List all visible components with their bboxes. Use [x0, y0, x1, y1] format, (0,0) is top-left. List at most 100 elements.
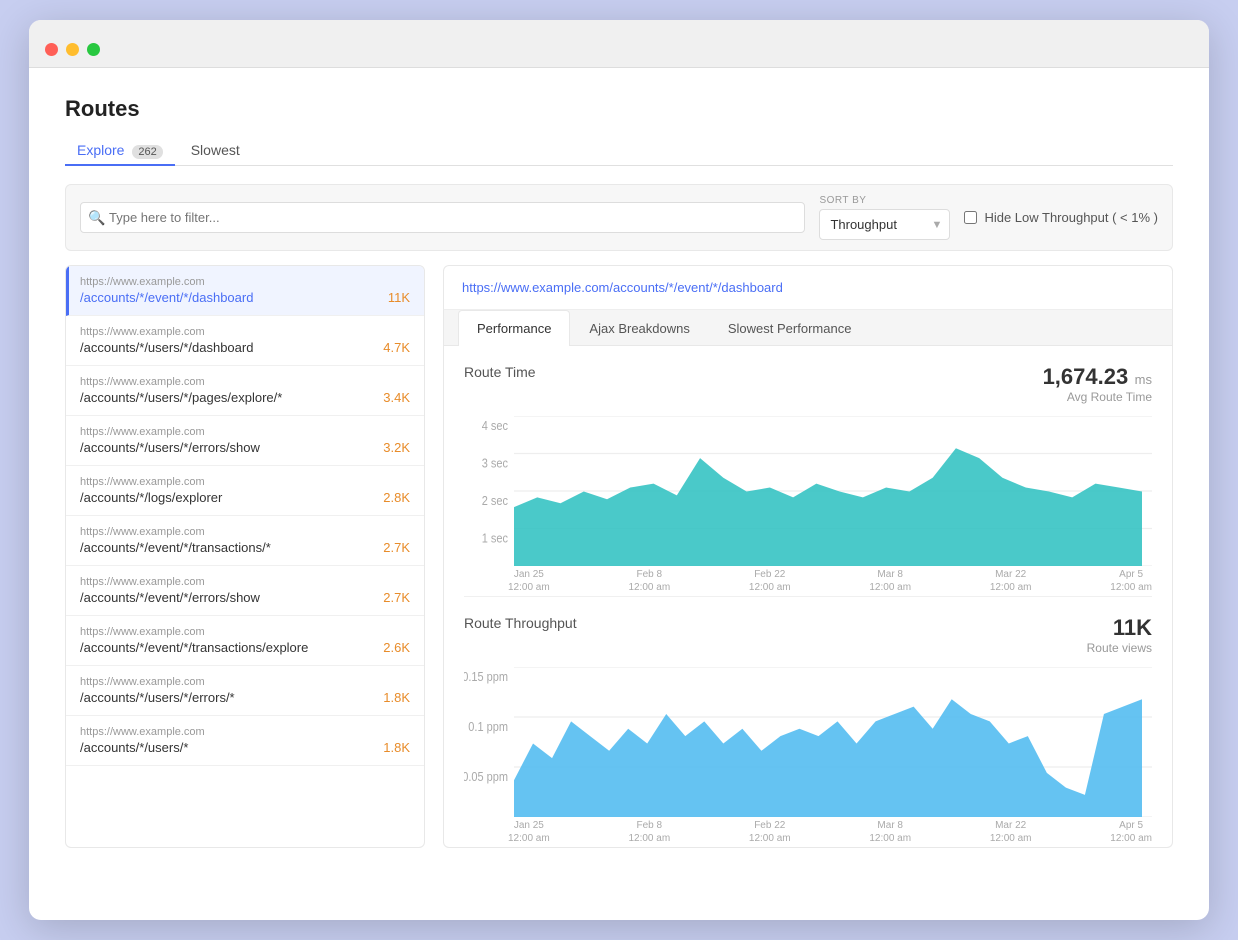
- route-count: 3.2K: [383, 440, 410, 455]
- route-path: /accounts/*/event/*/transactions/explore: [80, 640, 308, 655]
- sort-select[interactable]: Throughput Response Time Error Rate: [819, 209, 950, 240]
- x-label: Mar 2212:00 am: [990, 568, 1032, 594]
- route-list-panel: https://www.example.com /accounts/*/even…: [65, 265, 425, 848]
- route-item[interactable]: https://www.example.com /accounts/*/even…: [66, 616, 424, 666]
- x-label: Mar 812:00 am: [869, 568, 911, 594]
- route-url-link[interactable]: https://www.example.com/accounts/*/event…: [462, 280, 783, 295]
- route-time-label: Avg Route Time: [1043, 390, 1152, 404]
- x-label: Apr 512:00 am: [1110, 819, 1152, 845]
- route-item[interactable]: https://www.example.com /accounts/*/even…: [66, 266, 424, 316]
- route-path: /accounts/*/users/*/errors/*: [80, 690, 235, 705]
- route-count: 4.7K: [383, 340, 410, 355]
- svg-text:0.05 ppm: 0.05 ppm: [464, 769, 508, 784]
- route-path: /accounts/*/users/*/pages/explore/*: [80, 390, 282, 405]
- route-item[interactable]: https://www.example.com /accounts/*/user…: [66, 716, 424, 766]
- route-time-x-labels: Jan 2512:00 am Feb 812:00 am Feb 2212:00 a…: [464, 568, 1152, 594]
- route-domain: https://www.example.com: [80, 426, 410, 438]
- route-count: 11K: [388, 290, 410, 305]
- route-domain: https://www.example.com: [80, 576, 410, 588]
- route-domain: https://www.example.com: [80, 376, 410, 388]
- svg-text:4 sec: 4 sec: [482, 418, 508, 433]
- x-label: Feb 812:00 am: [628, 568, 670, 594]
- route-item[interactable]: https://www.example.com /accounts/*/user…: [66, 316, 424, 366]
- x-label: Apr 512:00 am: [1110, 568, 1152, 594]
- route-count: 1.8K: [383, 740, 410, 755]
- route-throughput-stat: 11K Route views: [1087, 615, 1152, 655]
- route-item[interactable]: https://www.example.com /accounts/*/even…: [66, 516, 424, 566]
- sort-select-wrap: Throughput Response Time Error Rate ▼: [819, 209, 950, 240]
- sort-by-wrap: SORT BY Throughput Response Time Error R…: [819, 195, 950, 240]
- route-path: /accounts/*/event/*/transactions/*: [80, 540, 271, 555]
- x-label: Jan 2512:00 am: [508, 568, 550, 594]
- hide-low-throughput-wrap: Hide Low Throughput ( < 1% ): [964, 210, 1158, 225]
- tab-slowest[interactable]: Slowest: [179, 136, 252, 166]
- x-label: Feb 812:00 am: [628, 819, 670, 845]
- browser-chrome: [29, 20, 1209, 68]
- route-domain: https://www.example.com: [80, 676, 410, 688]
- route-path: /accounts/*/users/*: [80, 740, 188, 755]
- svg-text:2 sec: 2 sec: [482, 493, 508, 508]
- page-title: Routes: [65, 96, 1173, 122]
- detail-tab-slowest[interactable]: Slowest Performance: [709, 310, 871, 346]
- route-list: https://www.example.com /accounts/*/even…: [66, 266, 424, 766]
- route-domain: https://www.example.com: [80, 476, 410, 488]
- minimize-button[interactable]: [66, 43, 79, 56]
- route-domain: https://www.example.com: [80, 626, 410, 638]
- route-count: 2.7K: [383, 590, 410, 605]
- route-time-stat: 1,674.23 ms Avg Route Time: [1043, 364, 1152, 404]
- x-label: Jan 2512:00 am: [508, 819, 550, 845]
- main-layout: https://www.example.com /accounts/*/even…: [65, 265, 1173, 848]
- x-label: Mar 2212:00 am: [990, 819, 1032, 845]
- route-throughput-section: Route Throughput 11K Route views 0.15 pp…: [444, 597, 1172, 847]
- route-count: 2.6K: [383, 640, 410, 655]
- detail-tab-performance[interactable]: Performance: [458, 310, 570, 346]
- route-domain: https://www.example.com: [80, 726, 410, 738]
- route-time-unit: ms: [1135, 372, 1152, 387]
- route-throughput-label: Route views: [1087, 641, 1152, 655]
- route-count: 3.4K: [383, 390, 410, 405]
- x-label: Mar 812:00 am: [869, 819, 911, 845]
- route-path: /accounts/*/users/*/dashboard: [80, 340, 253, 355]
- route-throughput-chart: 0.15 ppm 0.1 ppm 0.05 ppm: [464, 667, 1152, 817]
- detail-card: Performance Ajax Breakdowns Slowest Perf…: [443, 310, 1173, 848]
- svg-text:0.1 ppm: 0.1 ppm: [468, 719, 508, 734]
- route-url-header: https://www.example.com/accounts/*/event…: [443, 265, 1173, 310]
- route-path: /accounts/*/logs/explorer: [80, 490, 222, 505]
- route-item[interactable]: https://www.example.com /accounts/*/user…: [66, 416, 424, 466]
- route-item[interactable]: https://www.example.com /accounts/*/even…: [66, 566, 424, 616]
- route-time-section: Route Time 1,674.23 ms Avg Route Time 4 …: [444, 346, 1172, 596]
- sort-by-label: SORT BY: [819, 195, 950, 206]
- x-label: Feb 2212:00 am: [749, 568, 791, 594]
- hide-low-throughput-checkbox[interactable]: [964, 211, 977, 224]
- detail-panel: https://www.example.com/accounts/*/event…: [443, 265, 1173, 848]
- svg-text:3 sec: 3 sec: [482, 456, 508, 471]
- maximize-button[interactable]: [87, 43, 100, 56]
- app-content: Routes Explore 262 Slowest 🔍 SORT BY: [29, 68, 1209, 876]
- hide-low-throughput-label: Hide Low Throughput ( < 1% ): [984, 210, 1158, 225]
- route-throughput-header: Route Throughput 11K Route views: [464, 615, 1152, 655]
- route-item[interactable]: https://www.example.com /accounts/*/logs…: [66, 466, 424, 516]
- tab-explore[interactable]: Explore 262: [65, 136, 175, 166]
- route-throughput-chart-wrap: 0.15 ppm0.1 ppm0.05 ppm Jan 2512:00 amFe…: [464, 667, 1152, 837]
- top-tabs-bar: Explore 262 Slowest: [65, 136, 1173, 166]
- detail-tab-ajax[interactable]: Ajax Breakdowns: [570, 310, 708, 346]
- route-time-value: 1,674.23: [1043, 364, 1129, 389]
- explore-badge: 262: [132, 145, 162, 159]
- svg-text:0.15 ppm: 0.15 ppm: [464, 669, 508, 684]
- route-item[interactable]: https://www.example.com /accounts/*/user…: [66, 666, 424, 716]
- search-icon: 🔍: [88, 209, 105, 226]
- close-button[interactable]: [45, 43, 58, 56]
- route-domain: https://www.example.com: [80, 326, 410, 338]
- route-time-chart-wrap: 4 sec3 sec2 sec1 sec Jan 2512:00 amFeb 8…: [464, 416, 1152, 586]
- route-throughput-x-labels: Jan 2512:00 amFeb 812:00 amFeb 2212:00 a…: [464, 819, 1152, 845]
- search-input[interactable]: [80, 202, 805, 233]
- svg-text:1 sec: 1 sec: [482, 531, 508, 546]
- route-item[interactable]: https://www.example.com /accounts/*/user…: [66, 366, 424, 416]
- route-throughput-title: Route Throughput: [464, 615, 577, 631]
- route-count: 2.8K: [383, 490, 410, 505]
- route-count: 2.7K: [383, 540, 410, 555]
- route-domain: https://www.example.com: [80, 276, 410, 288]
- route-time-title: Route Time: [464, 364, 536, 380]
- route-path: /accounts/*/event/*/dashboard: [80, 290, 253, 305]
- browser-window: Routes Explore 262 Slowest 🔍 SORT BY: [29, 20, 1209, 920]
